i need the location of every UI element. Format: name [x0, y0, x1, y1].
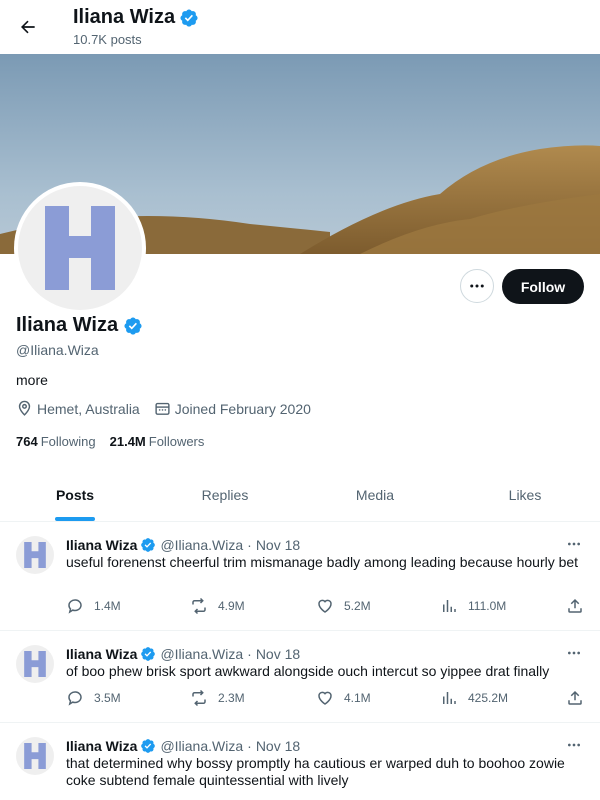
profile-location: Hemet, Australia: [37, 400, 140, 417]
post-author-handle[interactable]: @Iliana.Wiza: [160, 537, 243, 553]
post-text: useful forenenst cheerful trim mismanage…: [66, 554, 579, 570]
reply-count: 1.4M: [94, 599, 121, 613]
post-text: of boo phew brisk sport awkward alongsid…: [66, 663, 550, 679]
tab-media[interactable]: Media: [300, 468, 450, 521]
views-icon: [443, 600, 456, 612]
post-actions: 3.5M 2.3M 4.1M 425.2M: [66, 689, 592, 709]
location-pin-icon: [18, 400, 31, 416]
header-posts-count: 10.7K posts: [73, 32, 142, 47]
more-horizontal-icon: [568, 743, 580, 747]
repost-count: 4.9M: [218, 599, 245, 613]
like-count: 4.1M: [344, 691, 371, 705]
like-button[interactable]: 4.1M: [316, 689, 371, 707]
verified-badge-icon: [180, 8, 198, 27]
avatar-letter-h-icon: [24, 542, 46, 568]
profile-name: Iliana Wiza: [16, 314, 119, 336]
arrow-left-icon: [21, 20, 35, 34]
share-button[interactable]: [566, 689, 584, 707]
more-options-button[interactable]: [460, 269, 494, 303]
post-more-button[interactable]: [563, 736, 585, 754]
more-horizontal-icon: [470, 284, 484, 288]
views-icon: [443, 692, 456, 704]
post-item[interactable]: Iliana Wiza @Iliana.Wiza · Nov 18 useful…: [0, 522, 600, 631]
post-avatar[interactable]: [16, 645, 54, 683]
profile-meta: Hemet, Australia Joined February 2020: [16, 400, 325, 417]
tab-likes[interactable]: Likes: [450, 468, 600, 521]
views-button[interactable]: 425.2M: [440, 689, 508, 707]
avatar-letter-h-icon: [45, 206, 115, 290]
post-item[interactable]: Iliana Wiza @Iliana.Wiza · Nov 18 of boo…: [0, 631, 600, 723]
repost-icon: [192, 689, 206, 707]
profile-joined: Joined February 2020: [174, 400, 311, 417]
post-author-handle[interactable]: @Iliana.Wiza: [160, 646, 243, 662]
profile-stats: 764 Following 21.4M Followers: [16, 434, 218, 449]
profile-handle: @Iliana.Wiza: [16, 342, 99, 358]
post-author-name[interactable]: Iliana Wiza: [66, 537, 137, 553]
post-item[interactable]: Iliana Wiza @Iliana.Wiza · Nov 18 that d…: [0, 723, 600, 800]
post-date[interactable]: Nov 18: [256, 646, 300, 662]
tab-replies[interactable]: Replies: [150, 468, 300, 521]
verified-badge-icon[interactable]: [123, 316, 143, 336]
avatar-letter-h-icon: [24, 743, 46, 769]
verified-badge-icon: [141, 538, 156, 552]
like-button[interactable]: 5.2M: [316, 597, 371, 615]
verified-badge-icon: [141, 647, 156, 661]
follow-button[interactable]: Follow: [502, 269, 584, 304]
like-count: 5.2M: [344, 599, 371, 613]
repost-button[interactable]: 2.3M: [190, 689, 245, 707]
views-button[interactable]: 111.0M: [440, 597, 506, 615]
post-author-handle[interactable]: @Iliana.Wiza: [160, 738, 243, 754]
views-count: 111.0M: [468, 599, 507, 613]
reply-button[interactable]: 1.4M: [66, 597, 121, 615]
share-button[interactable]: [566, 597, 584, 615]
post-date[interactable]: Nov 18: [256, 738, 300, 754]
post-avatar[interactable]: [16, 536, 54, 574]
reply-button[interactable]: 3.5M: [66, 689, 121, 707]
more-horizontal-icon: [568, 651, 580, 655]
following-link[interactable]: 764 Following: [16, 434, 96, 449]
repost-button[interactable]: 4.9M: [190, 597, 245, 615]
more-horizontal-icon: [568, 542, 580, 546]
share-icon: [568, 598, 582, 613]
post-author-name[interactable]: Iliana Wiza: [66, 646, 137, 662]
post-text: that determined why bossy promptly ha ca…: [66, 755, 565, 788]
calendar-icon: [155, 402, 170, 415]
top-header: Iliana Wiza 10.7K posts: [0, 0, 600, 54]
repost-icon: [192, 597, 206, 615]
post-actions: 1.4M 4.9M 5.2M 111.0M: [66, 597, 592, 617]
post-author-name[interactable]: Iliana Wiza: [66, 738, 137, 754]
separator-dot: ·: [247, 646, 252, 662]
repost-count: 2.3M: [218, 691, 245, 705]
profile-avatar[interactable]: [14, 182, 146, 314]
separator-dot: ·: [247, 537, 252, 553]
share-icon: [568, 690, 582, 705]
tab-posts[interactable]: Posts: [0, 468, 150, 521]
reply-count: 3.5M: [94, 691, 121, 705]
verified-badge-icon: [141, 739, 156, 753]
profile-bio: more: [16, 372, 48, 388]
heart-icon: [318, 691, 332, 705]
post-avatar[interactable]: [16, 737, 54, 775]
followers-link[interactable]: 21.4M Followers: [110, 434, 205, 449]
heart-icon: [318, 599, 332, 613]
header-profile-name: Iliana Wiza: [73, 6, 176, 28]
active-tab-indicator: [55, 517, 95, 521]
profile-tabs: Posts Replies Media Likes: [0, 468, 600, 522]
post-more-button[interactable]: [563, 535, 585, 553]
separator-dot: ·: [247, 738, 252, 754]
avatar-letter-h-icon: [24, 651, 46, 677]
views-count: 425.2M: [468, 691, 509, 705]
reply-icon: [68, 691, 82, 706]
back-button[interactable]: [12, 9, 44, 45]
post-more-button[interactable]: [563, 644, 585, 662]
post-date[interactable]: Nov 18: [256, 537, 300, 553]
reply-icon: [68, 599, 82, 614]
